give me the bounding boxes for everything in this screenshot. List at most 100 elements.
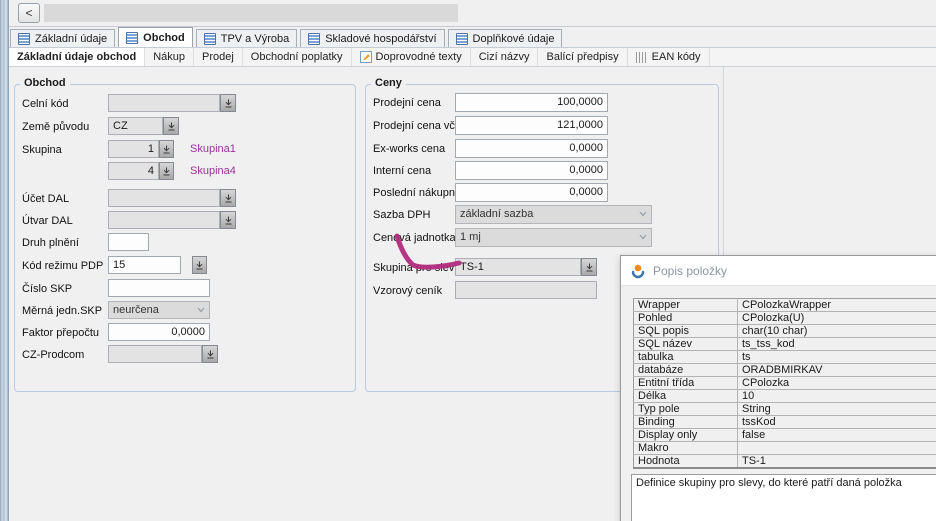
property-name: SQL popis (634, 325, 738, 338)
arrow-down-bar-icon (162, 167, 171, 176)
document-icon (18, 33, 30, 45)
popup-title: Popis položky (653, 264, 727, 278)
popis-polozky-popup: Popis položky WrapperCPolozkaWrapper Poh… (620, 255, 936, 521)
subtab-ean-kody[interactable]: EAN kódy (628, 48, 710, 66)
celni-kod-field[interactable] (108, 94, 220, 112)
subtab-label: Balící předpisy (546, 51, 618, 63)
skupina2-field[interactable]: 4 (108, 162, 159, 180)
subtab-label: EAN kódy (652, 51, 701, 63)
property-name: Entitní třída (634, 377, 738, 390)
document-icon (308, 33, 320, 45)
tab-doplnkove-udaje[interactable]: Doplňkové údaje (448, 29, 563, 47)
property-value: tssKod (738, 416, 936, 429)
property-value: char(10 char) (738, 325, 936, 338)
celni-kod-lookup-button[interactable] (220, 94, 236, 112)
tab-tpv-a-vyroba[interactable]: TPV a Výroba (196, 29, 297, 47)
cz-prodcom-lookup-button[interactable] (202, 345, 218, 363)
skupina-pro-slevy-field[interactable]: TS-1 (455, 258, 581, 276)
cz-prodcom-field[interactable] (108, 345, 202, 363)
skupina1-value-label: Skupina1 (190, 142, 236, 156)
property-name: Pohled (634, 312, 738, 325)
sub-tab-bar: Základní údaje obchod Nákup Prodej Obcho… (9, 48, 936, 67)
skupina-pro-slevy-lookup-button[interactable] (581, 258, 597, 276)
skupina1-lookup-button[interactable] (159, 140, 174, 158)
person-icon (630, 263, 646, 279)
subtab-label: Doprovodné texty (376, 51, 462, 63)
sazba-dph-select[interactable]: základní sazba (455, 205, 652, 224)
field-label-ex-works-cena: Ex-works cena (373, 142, 445, 156)
skupina2-lookup-button[interactable] (159, 162, 174, 180)
table-row: Typ poleString (634, 403, 936, 416)
document-icon (204, 33, 216, 45)
property-value: CPolozkaWrapper (738, 299, 936, 312)
property-value: 10 (738, 390, 936, 403)
tab-skladove-hospodarstvi[interactable]: Skladové hospodářství (300, 29, 444, 47)
subtab-prodej[interactable]: Prodej (194, 48, 243, 66)
selected-value: neurčena (113, 304, 159, 316)
utvar-dal-lookup-button[interactable] (220, 211, 236, 229)
subtab-zakladni-udaje-obchod[interactable]: Základní údaje obchod (9, 48, 145, 66)
property-name: Binding (634, 416, 738, 429)
table-row: databázeORADBMIRKAV (634, 364, 936, 377)
left-splitter-handle[interactable] (0, 0, 9, 521)
prodejni-cena-field[interactable]: 100,0000 (455, 93, 608, 112)
popup-title-bar[interactable]: Popis položky (621, 256, 936, 286)
barcode-icon (636, 52, 648, 63)
arrow-down-bar-icon (162, 145, 171, 154)
toolbar-field (44, 4, 458, 22)
cislo-skp-field[interactable] (108, 279, 210, 297)
property-name: tabulka (634, 351, 738, 364)
property-name: Wrapper (634, 299, 738, 312)
zeme-puvodu-field[interactable]: CZ (108, 117, 163, 135)
field-label-skupina: Skupina (22, 143, 62, 157)
ex-works-cena-field[interactable]: 0,0000 (455, 139, 608, 158)
utvar-dal-field[interactable] (108, 211, 220, 229)
kod-rezimu-pdp-field[interactable]: 15 (108, 256, 181, 274)
tab-zakladni-udaje[interactable]: Základní údaje (10, 29, 115, 47)
kod-rezimu-pdp-lookup-button[interactable] (192, 256, 207, 274)
prodejni-cena-dph-field[interactable]: 121,0000 (455, 116, 608, 135)
merna-jedn-skp-select[interactable]: neurčena (108, 301, 210, 319)
chevron-down-icon (197, 307, 205, 313)
table-row: Makro (634, 442, 936, 455)
arrow-down-bar-icon (195, 261, 204, 270)
property-value: ORADBMIRKAV (738, 364, 936, 377)
field-label-celni-kod: Celní kód (22, 97, 68, 111)
subtab-obchodni-poplatky[interactable]: Obchodní poplatky (243, 48, 352, 66)
property-value (738, 442, 936, 455)
subtab-cizi-nazvy[interactable]: Cizí názvy (471, 48, 539, 66)
subtab-doprovodne-texty[interactable]: Doprovodné texty (352, 48, 471, 66)
tab-obchod[interactable]: Obchod (118, 27, 193, 47)
subtab-nakup[interactable]: Nákup (145, 48, 194, 66)
tab-label: Základní údaje (35, 33, 107, 45)
interni-cena-field[interactable]: 0,0000 (455, 161, 608, 180)
arrow-down-bar-icon (585, 263, 594, 272)
property-value: ts_tss_kod (738, 338, 936, 351)
faktor-prepoctu-field[interactable]: 0,0000 (108, 323, 210, 341)
zeme-puvodu-lookup-button[interactable] (163, 117, 179, 135)
subtab-label: Obchodní poplatky (251, 51, 343, 63)
selected-value: 1 mj (460, 231, 481, 243)
cenova-jadnotka-select[interactable]: 1 mj (455, 228, 652, 247)
note-icon (360, 51, 372, 63)
back-button[interactable]: < (18, 3, 40, 23)
property-name: Makro (634, 442, 738, 455)
field-label-vzorovy-cenik: Vzorový ceník (373, 284, 442, 298)
posledni-nakupni-cena-field[interactable]: 0,0000 (455, 183, 608, 202)
field-label-interni-cena: Interní cena (373, 164, 431, 178)
skupina1-field[interactable]: 1 (108, 140, 159, 158)
subtab-balici-predpisy[interactable]: Balící předpisy (538, 48, 627, 66)
property-name: databáze (634, 364, 738, 377)
field-label-kod-rezimu-pdp: Kód režimu PDP (22, 259, 103, 273)
druh-plneni-field[interactable] (108, 233, 149, 251)
field-label-utvar-dal: Útvar DAL (22, 214, 73, 228)
application-window: < Základní údaje Obchod TPV a Výroba Skl… (0, 0, 936, 521)
property-value: false (738, 429, 936, 442)
ceny-group-title: Ceny (371, 77, 406, 89)
tab-label: Skladové hospodářství (325, 33, 436, 45)
ucet-dal-field[interactable] (108, 189, 220, 207)
field-label-merna-jedn-skp: Měrná jedn.SKP (22, 304, 102, 318)
ucet-dal-lookup-button[interactable] (220, 189, 236, 207)
vzorovy-cenik-field[interactable] (455, 281, 597, 299)
table-row: SQL názevts_tss_kod (634, 338, 936, 351)
